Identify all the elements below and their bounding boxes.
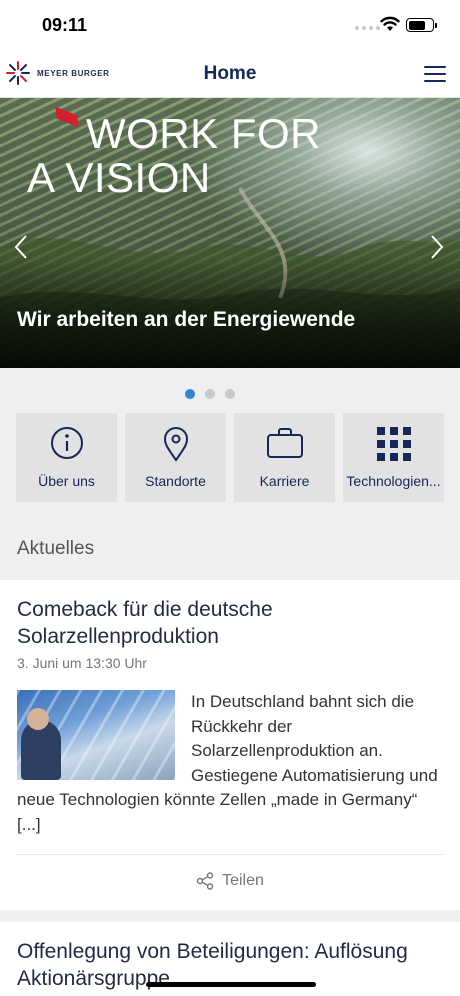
tile-standorte[interactable]: Standorte: [125, 413, 226, 502]
divider: [17, 854, 443, 855]
info-icon: [50, 427, 83, 459]
tile-karriere[interactable]: Karriere: [234, 413, 335, 502]
hero-caption: Wir arbeiten an der Energiewende: [17, 308, 356, 331]
cellular-signal-icon: [355, 26, 380, 30]
share-icon: [196, 872, 214, 890]
wifi-icon: [380, 16, 400, 31]
tile-label: Über uns: [38, 473, 95, 489]
news-card[interactable]: Comeback für die deutsche Solarzellenpro…: [0, 580, 460, 910]
carousel-dot-1[interactable]: [185, 389, 195, 399]
status-bar: 09:11: [0, 0, 460, 52]
chevron-right-icon[interactable]: [430, 234, 444, 260]
menu-icon[interactable]: [424, 66, 446, 82]
section-title-news: Aktuelles: [17, 538, 95, 559]
chevron-left-icon[interactable]: [14, 234, 28, 260]
news-title[interactable]: Comeback für die deutsche Solarzellenpro…: [17, 596, 437, 650]
status-time: 09:11: [42, 15, 88, 35]
page-title: Home: [203, 63, 257, 84]
carousel-dot-2[interactable]: [205, 389, 215, 399]
tile-label: Karriere: [259, 473, 310, 489]
hero-headline-line2: A VISION: [27, 154, 211, 201]
tile-label: Standorte: [145, 473, 206, 489]
news-thumbnail-image[interactable]: [17, 690, 175, 780]
tile-technologien[interactable]: Technologien...: [343, 413, 444, 502]
carousel-dot-3[interactable]: [225, 389, 235, 399]
share-label: Teilen: [222, 872, 264, 889]
app-header: MEYER BURGER Home: [0, 52, 460, 98]
share-button[interactable]: Teilen: [0, 872, 460, 890]
quick-links: Über uns Standorte Karriere Technologien…: [16, 413, 444, 502]
tile-label: Technologien...: [346, 473, 441, 489]
briefcase-icon: [266, 428, 303, 458]
grid-icon: [376, 427, 411, 461]
home-indicator[interactable]: [146, 982, 316, 987]
battery-icon: [406, 18, 437, 32]
news-date: 3. Juni um 13:30 Uhr: [17, 655, 147, 671]
location-pin-icon: [163, 427, 188, 462]
tile-ueber-uns[interactable]: Über uns: [16, 413, 117, 502]
hero-headline-line1: WORK FOR: [86, 110, 321, 157]
hero-carousel[interactable]: WORK FOR A VISION Wir arbeiten an der En…: [0, 98, 460, 368]
carousel-pagination: [185, 389, 235, 399]
